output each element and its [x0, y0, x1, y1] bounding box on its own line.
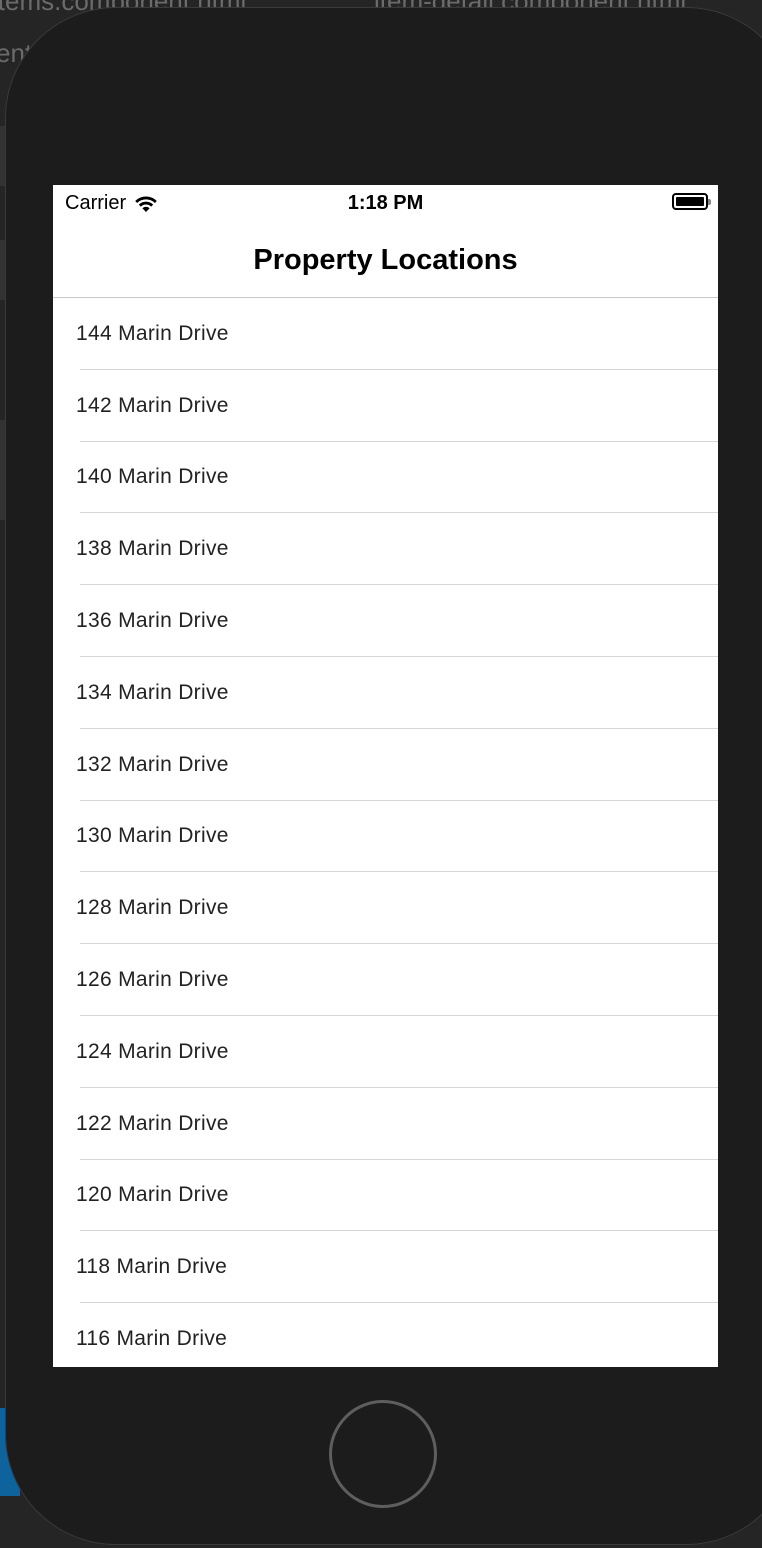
list-item[interactable]: 126 Marin Drive — [53, 944, 718, 1016]
location-list: 144 Marin Drive 142 Marin Drive 140 Mari… — [53, 298, 718, 1367]
list-item[interactable]: 130 Marin Drive — [53, 801, 718, 873]
list-item[interactable]: 134 Marin Drive — [53, 657, 718, 729]
navigation-bar: Property Locations — [53, 223, 718, 298]
status-bar: Carrier 1:18 PM — [53, 185, 718, 223]
list-item[interactable]: 116 Marin Drive — [53, 1303, 718, 1367]
list-item[interactable]: 124 Marin Drive — [53, 1016, 718, 1088]
list-item[interactable]: 142 Marin Drive — [53, 370, 718, 442]
list-item[interactable]: 120 Marin Drive — [53, 1160, 718, 1232]
simulator-screen: Carrier 1:18 PM Property Locations 144 M… — [53, 185, 718, 1367]
list-item[interactable]: 138 Marin Drive — [53, 513, 718, 585]
list-item[interactable]: 118 Marin Drive — [53, 1231, 718, 1303]
list-item[interactable]: 136 Marin Drive — [53, 585, 718, 657]
list-item[interactable]: 144 Marin Drive — [53, 298, 718, 370]
battery-icon — [672, 193, 711, 210]
list-item[interactable]: 122 Marin Drive — [53, 1088, 718, 1160]
list-item[interactable]: 140 Marin Drive — [53, 442, 718, 514]
list-item[interactable]: 132 Marin Drive — [53, 729, 718, 801]
home-button[interactable] — [329, 1400, 437, 1508]
status-time: 1:18 PM — [347, 192, 424, 214]
list-item[interactable]: 128 Marin Drive — [53, 872, 718, 944]
page-title: Property Locations — [253, 243, 518, 276]
